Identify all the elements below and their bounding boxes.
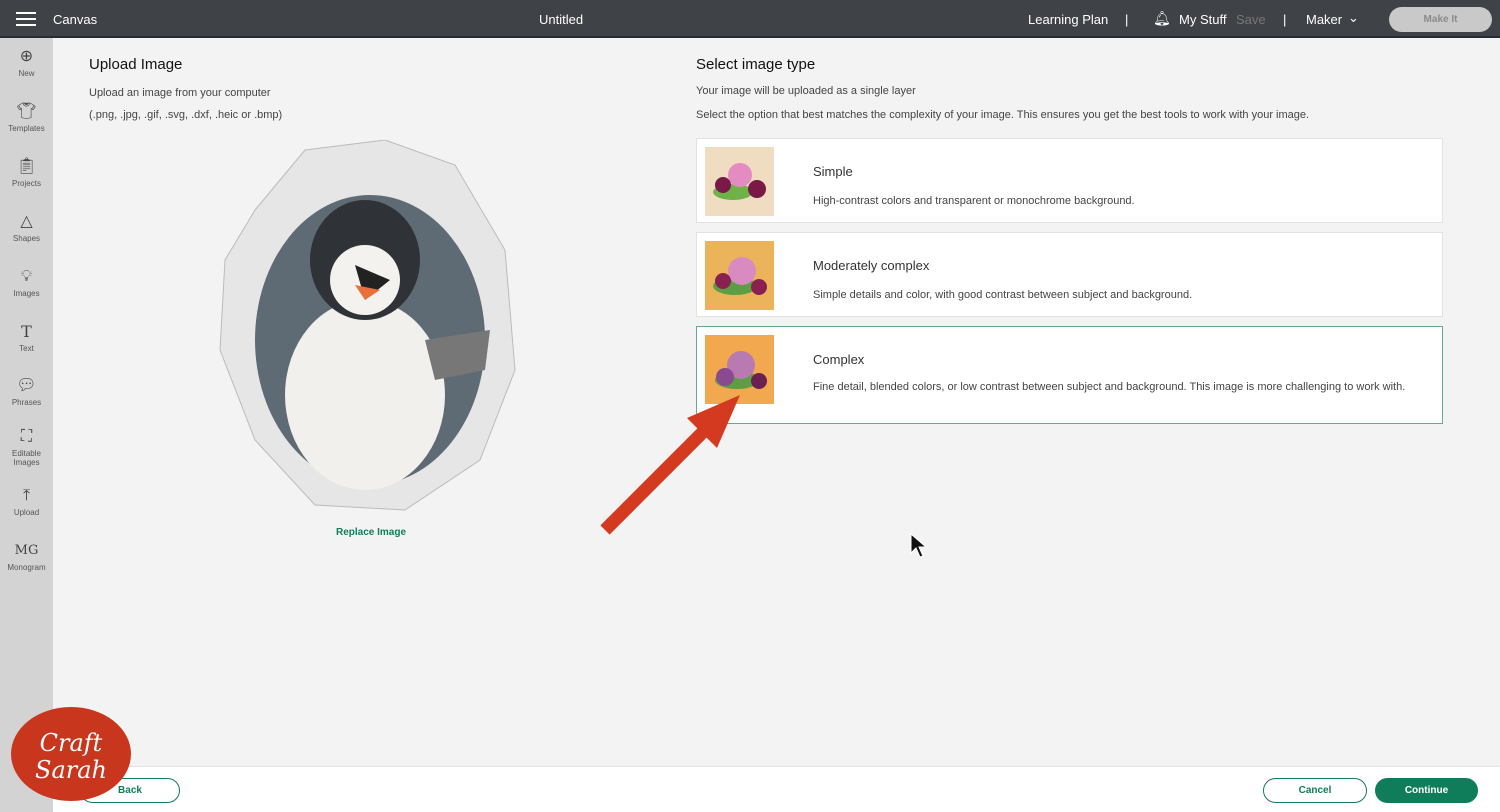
- option-description: Fine detail, blended colors, or low cont…: [813, 381, 1406, 393]
- upload-icon: ⤒: [22, 487, 31, 504]
- option-description: High-contrast colors and transparent or …: [813, 195, 1135, 207]
- upload-title: Upload Image: [89, 56, 183, 73]
- sidebar-label: Monogram: [7, 563, 46, 572]
- sidebar-item-phrases[interactable]: 💬︎ Phrases: [0, 377, 53, 407]
- sidebar-label: Images: [13, 289, 40, 298]
- replace-image-link[interactable]: Replace Image: [336, 527, 406, 538]
- red-arrow-annotation: [600, 395, 740, 535]
- sidebar-item-new[interactable]: ⊕ New: [0, 48, 53, 78]
- option-simple[interactable]: Simple High-contrast colors and transpar…: [696, 138, 1443, 223]
- mouse-cursor-icon: [910, 533, 928, 558]
- clipboard-icon: 📋︎: [16, 158, 37, 175]
- app-name: Canvas: [53, 12, 98, 27]
- divider: |: [1283, 12, 1287, 27]
- continue-button[interactable]: Continue: [1375, 778, 1478, 803]
- text-icon: T: [21, 322, 32, 341]
- option-description: Simple details and color, with good cont…: [813, 289, 1193, 301]
- option-title: Moderately complex: [813, 258, 930, 273]
- shapes-icon: △: [20, 213, 33, 230]
- option-title: Complex: [813, 352, 865, 367]
- sidebar-item-projects[interactable]: 📋︎ Projects: [0, 158, 53, 188]
- lightbulb-icon: 💡︎: [20, 268, 33, 285]
- plus-circle-icon: ⊕: [19, 48, 34, 65]
- sidebar-label: Text: [19, 344, 34, 353]
- chevron-down-icon[interactable]: ⌄: [1348, 10, 1359, 26]
- uploaded-image-preview: [219, 140, 516, 511]
- learning-plan-link[interactable]: Learning Plan: [1028, 12, 1108, 27]
- upload-description: Upload an image from your computer: [89, 87, 271, 99]
- edit-image-icon: ⛶: [20, 428, 33, 445]
- menu-icon[interactable]: [16, 12, 36, 26]
- sidebar-item-templates[interactable]: 👕︎ Templates: [0, 103, 53, 133]
- sidebar-item-images[interactable]: 💡︎ Images: [0, 268, 53, 298]
- cancel-button[interactable]: Cancel: [1263, 778, 1367, 803]
- sidebar-label: Upload: [13, 508, 40, 517]
- sidebar-label: Phrases: [11, 398, 42, 407]
- top-bar: Canvas Untitled Learning Plan | 🔔︎ My St…: [0, 0, 1500, 38]
- option-title: Simple: [813, 164, 853, 179]
- divider: |: [1125, 12, 1129, 27]
- shirt-icon: 👕︎: [16, 103, 37, 120]
- make-it-button[interactable]: Make It: [1389, 7, 1492, 32]
- save-button[interactable]: Save: [1236, 12, 1266, 27]
- craft-with-sarah-logo: Craft Sarah: [11, 707, 131, 801]
- option-complex[interactable]: Complex Fine detail, blended colors, or …: [696, 326, 1443, 424]
- sidebar-item-text[interactable]: T Text: [0, 322, 53, 354]
- select-instructions: Select the option that best matches the …: [696, 109, 1310, 121]
- bell-icon[interactable]: 🔔︎: [1153, 10, 1171, 27]
- sidebar-item-editable-images[interactable]: ⛶ Editable Images: [0, 428, 53, 467]
- sidebar-label: Templates: [8, 124, 45, 133]
- sidebar-item-monogram[interactable]: MG Monogram: [0, 542, 53, 572]
- single-layer-note: Your image will be uploaded as a single …: [696, 85, 916, 97]
- machine-select[interactable]: Maker: [1306, 12, 1342, 27]
- sidebar-item-shapes[interactable]: △ Shapes: [0, 213, 53, 243]
- moderate-thumbnail: [705, 241, 774, 310]
- monogram-icon: MG: [14, 543, 39, 558]
- simple-thumbnail: [705, 147, 774, 216]
- sidebar-item-upload[interactable]: ⤒ Upload: [0, 487, 53, 517]
- svg-text:Craft: Craft: [40, 729, 103, 757]
- sidebar-label: Editable Images: [12, 449, 41, 467]
- sidebar: ⊕ New 👕︎ Templates 📋︎ Projects △ Shapes 💡︎ Im…: [0, 38, 53, 812]
- file-types: (.png, .jpg, .gif, .svg, .dxf, .heic or …: [89, 109, 283, 121]
- sidebar-label: Shapes: [12, 234, 41, 243]
- speech-bubble-icon: 💬︎: [16, 377, 37, 394]
- sidebar-label: New: [18, 69, 35, 78]
- project-title[interactable]: Untitled: [539, 12, 583, 27]
- footer: Back Cancel Continue: [53, 766, 1500, 812]
- select-title: Select image type: [696, 56, 816, 73]
- sidebar-label: Projects: [12, 179, 41, 188]
- option-moderately-complex[interactable]: Moderately complex Simple details and co…: [696, 232, 1443, 317]
- my-stuff-link[interactable]: My Stuff: [1179, 12, 1226, 27]
- svg-text:Sarah: Sarah: [35, 756, 107, 784]
